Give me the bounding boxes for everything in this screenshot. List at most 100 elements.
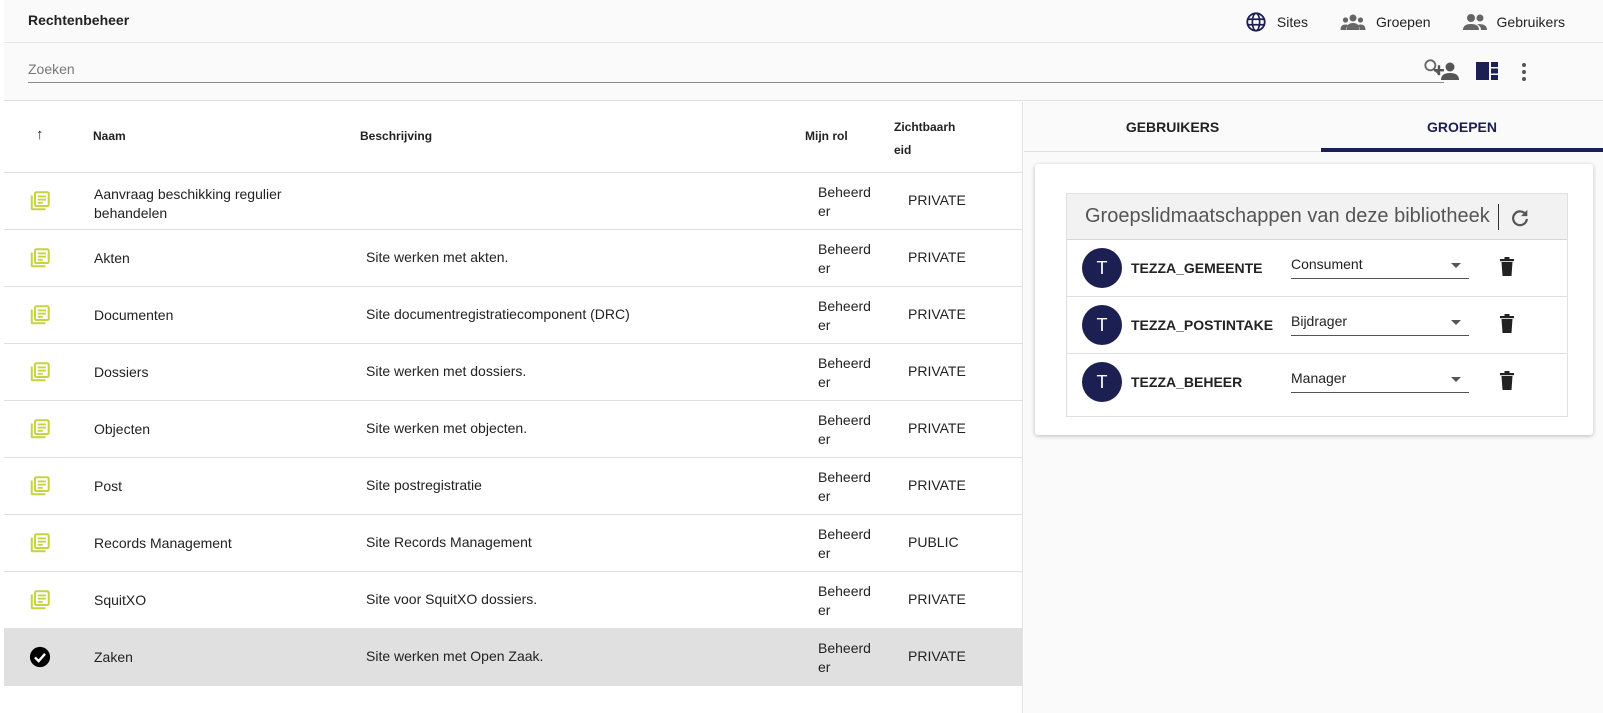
site-visibility: PRIVATE bbox=[908, 420, 966, 436]
role-select-value: Manager bbox=[1291, 370, 1347, 386]
site-name: Zaken bbox=[94, 649, 133, 665]
group-header: Groepslidmaatschappen van deze bibliothe… bbox=[1067, 194, 1567, 240]
row-icon[interactable] bbox=[29, 361, 51, 386]
header-name[interactable]: Naam bbox=[93, 129, 126, 143]
nav-sites-label: Sites bbox=[1276, 13, 1309, 30]
sort-arrow-icon[interactable]: ↑ bbox=[36, 126, 44, 143]
table-row[interactable]: Records Management Site Records Managemen… bbox=[4, 515, 1022, 572]
group-name: TEZZA_POSTINTAKE bbox=[1131, 317, 1274, 333]
group-name: TEZZA_GEMEENTE bbox=[1131, 260, 1263, 276]
chevron-down-icon bbox=[1451, 263, 1461, 268]
site-role: Beheerd er bbox=[818, 469, 871, 504]
site-description: Site Records Management bbox=[366, 534, 532, 550]
table-row[interactable]: Documenten Site documentregistratiecompon… bbox=[4, 287, 1022, 344]
group-membership-list: Groepslidmaatschappen van deze bibliothe… bbox=[1066, 193, 1568, 417]
site-description: Site werken met dossiers. bbox=[366, 363, 527, 379]
tab-gebruikers[interactable]: GEBRUIKERS bbox=[1024, 102, 1321, 152]
site-library-icon[interactable] bbox=[29, 589, 51, 611]
table-row[interactable]: Dossiers Site werken met dossiers. Beheerd… bbox=[4, 344, 1022, 401]
site-library-icon[interactable] bbox=[29, 247, 51, 269]
site-library-icon[interactable] bbox=[29, 304, 51, 326]
avatar: T bbox=[1082, 248, 1122, 288]
check-circle-icon[interactable] bbox=[29, 646, 51, 668]
header-description[interactable]: Beschrijving bbox=[360, 129, 432, 143]
nav-groepen[interactable]: Groepen bbox=[1340, 12, 1431, 32]
add-user-icon[interactable] bbox=[1434, 60, 1460, 82]
group-header-title: Groepslidmaatschappen van deze bibliothe… bbox=[1085, 205, 1490, 227]
table-row[interactable]: Objecten Site werken met objecten. Beheerd… bbox=[4, 401, 1022, 458]
role-select[interactable]: Manager bbox=[1291, 367, 1469, 393]
site-description: Site documentregistratiecomponent (DRC) bbox=[366, 306, 630, 322]
row-icon[interactable] bbox=[29, 589, 51, 614]
more-vert-icon[interactable] bbox=[1520, 62, 1528, 82]
group-row: T TEZZA_BEHEER Manager bbox=[1067, 354, 1567, 411]
row-icon[interactable] bbox=[29, 190, 51, 215]
site-library-icon[interactable] bbox=[29, 361, 51, 383]
site-visibility: PRIVATE bbox=[908, 306, 966, 322]
header-visibility[interactable]: Zichtbaarh eid bbox=[894, 116, 966, 162]
site-visibility: PRIVATE bbox=[908, 648, 966, 664]
site-role: Beheerd er bbox=[818, 412, 871, 447]
site-role: Beheerd er bbox=[818, 355, 871, 390]
site-description: Site postregistratie bbox=[366, 477, 482, 493]
site-library-icon[interactable] bbox=[29, 532, 51, 554]
delete-icon[interactable] bbox=[1499, 314, 1515, 333]
site-name: Post bbox=[94, 478, 123, 494]
search-bar bbox=[4, 43, 1603, 101]
table-row[interactable]: Zaken Site werken met Open Zaak. Beheerd e… bbox=[4, 629, 1022, 686]
site-description: Site voor SquitXO dossiers. bbox=[366, 591, 538, 607]
row-icon[interactable] bbox=[29, 475, 51, 500]
site-role: Beheerd er bbox=[818, 583, 871, 618]
table-row[interactable]: Akten Site werken met akten. Beheerd er PRI… bbox=[4, 230, 1022, 287]
groups-icon bbox=[1340, 14, 1366, 30]
row-icon[interactable] bbox=[29, 532, 51, 557]
tab-groepen[interactable]: GROEPEN bbox=[1321, 102, 1603, 152]
group-name: TEZZA_BEHEER bbox=[1131, 374, 1243, 390]
row-icon[interactable] bbox=[29, 418, 51, 443]
site-name: Akten bbox=[94, 250, 130, 266]
nav-gebruikers[interactable]: Gebruikers bbox=[1462, 12, 1565, 32]
site-library-icon[interactable] bbox=[29, 418, 51, 440]
delete-icon[interactable] bbox=[1499, 257, 1515, 276]
chevron-down-icon bbox=[1451, 320, 1461, 325]
site-role: Beheerd er bbox=[818, 526, 871, 561]
site-library-icon[interactable] bbox=[29, 190, 51, 212]
avatar: T bbox=[1082, 305, 1122, 345]
site-name: Objecten bbox=[94, 421, 151, 437]
search-field bbox=[28, 55, 1444, 83]
layout-icon[interactable] bbox=[1476, 62, 1498, 80]
site-role: Beheerd er bbox=[818, 640, 871, 675]
row-icon[interactable] bbox=[29, 646, 51, 671]
search-input[interactable] bbox=[28, 55, 1408, 82]
site-role: Beheerd er bbox=[818, 241, 871, 276]
site-description: Site werken met objecten. bbox=[366, 420, 528, 436]
main-nav: Sites Groepen Gebruikers bbox=[1245, 0, 1603, 43]
group-row: T TEZZA_GEMEENTE Consument bbox=[1067, 240, 1567, 297]
role-select[interactable]: Consument bbox=[1291, 253, 1469, 279]
nav-sites[interactable]: Sites bbox=[1245, 11, 1308, 33]
site-library-icon[interactable] bbox=[29, 475, 51, 497]
role-select[interactable]: Bijdrager bbox=[1291, 310, 1469, 336]
row-icon[interactable] bbox=[29, 247, 51, 272]
group-row: T TEZZA_POSTINTAKE Bijdrager bbox=[1067, 297, 1567, 354]
row-icon[interactable] bbox=[29, 304, 51, 329]
site-visibility: PUBLIC bbox=[908, 534, 959, 550]
sites-table: ↑ Naam Beschrijving Mijn rol Zichtbaarh … bbox=[4, 102, 1023, 713]
detail-panel: GEBRUIKERS GROEPEN Groepslidmaatschappen… bbox=[1024, 102, 1603, 713]
table-row[interactable]: SquitXO Site voor SquitXO dossiers. Beheer… bbox=[4, 572, 1022, 629]
header-role[interactable]: Mijn rol bbox=[805, 129, 848, 143]
refresh-icon[interactable] bbox=[1509, 207, 1531, 229]
text-cursor bbox=[1498, 204, 1499, 230]
site-name: Dossiers bbox=[94, 364, 149, 380]
site-description: Site werken met Open Zaak. bbox=[366, 648, 544, 664]
panel-tabs: GEBRUIKERS GROEPEN bbox=[1024, 102, 1603, 152]
role-select-value: Bijdrager bbox=[1291, 313, 1348, 329]
app-title: Rechtenbeheer bbox=[28, 12, 130, 28]
delete-icon[interactable] bbox=[1499, 371, 1515, 390]
nav-gebruikers-label: Gebruikers bbox=[1496, 13, 1565, 30]
top-bar: Rechtenbeheer Sites Groepen Gebruikers bbox=[4, 0, 1603, 43]
site-description: Site werken met akten. bbox=[366, 249, 509, 265]
table-row[interactable]: Aanvraag beschikking regulier behandelen… bbox=[4, 173, 1022, 230]
table-row[interactable]: Post Site postregistratie Beheerd er PRIVAT… bbox=[4, 458, 1022, 515]
users-icon bbox=[1462, 13, 1487, 30]
